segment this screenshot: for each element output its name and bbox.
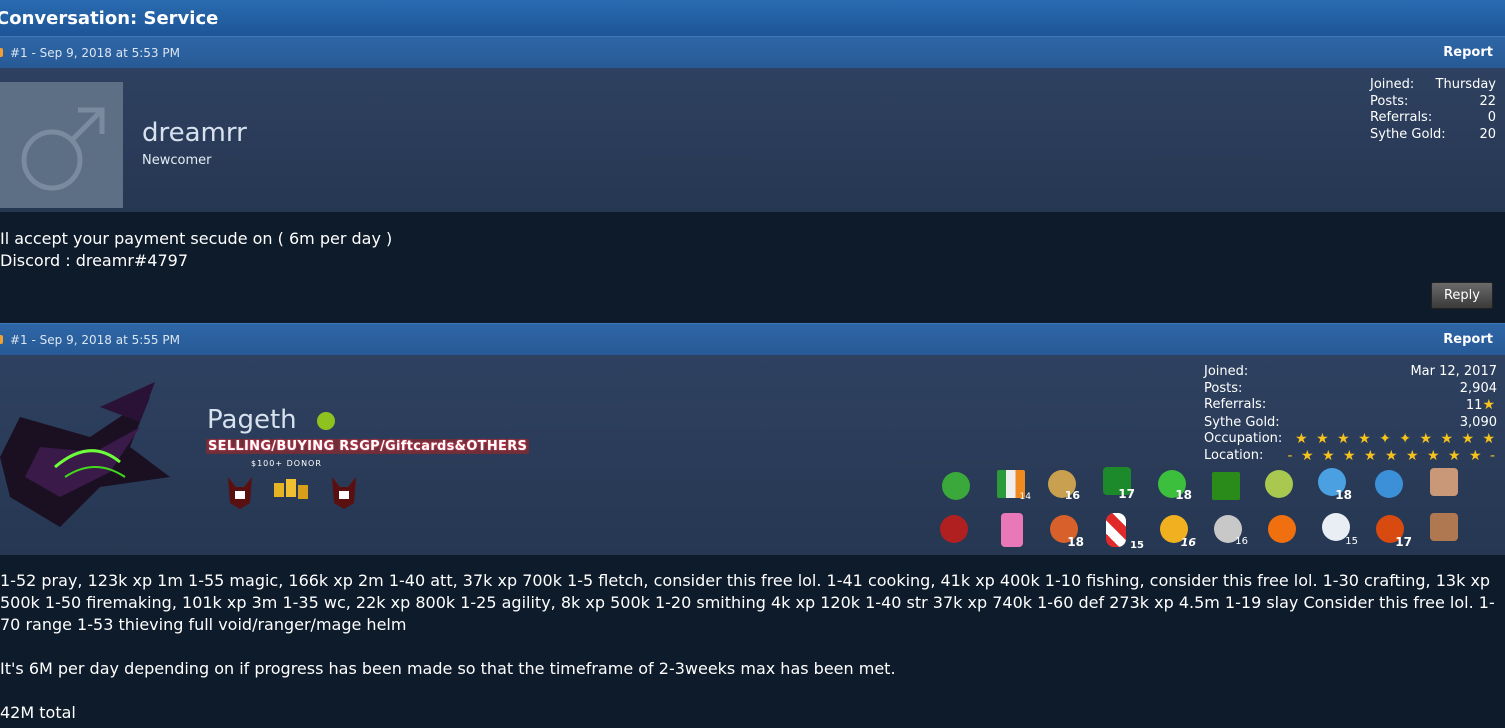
online-status-icon [317, 412, 335, 430]
stat-joined: Joined: Mar 12, 2017 [1204, 364, 1497, 379]
username[interactable]: dreamrr [142, 118, 247, 148]
leprechaun-hat-award-icon[interactable]: 17 [1103, 467, 1135, 501]
report-link[interactable]: Report [1443, 45, 1493, 60]
crystal-award-icon[interactable] [1001, 513, 1023, 547]
user-rank: Newcomer [142, 153, 212, 168]
bunny-award-icon[interactable]: 16 [1214, 515, 1248, 547]
message-text: Il accept your payment secude on ( 6m pe… [0, 229, 393, 270]
stat-posts: Posts: 2,904 [1204, 380, 1497, 396]
user-stats: Joined: Thursday Posts: 22 Referrals: 0 Syt… [1370, 77, 1496, 143]
username[interactable]: Pageth [207, 405, 297, 435]
spartan-helmet-award-icon[interactable] [940, 515, 968, 543]
occupation-stars-icon: ★ ★ ★ ★ ✦ ✦ ★ ★ ★ ★ [1295, 431, 1497, 447]
post-meta: #1 - Sep 9, 2018 at 5:53 PM [10, 46, 180, 60]
post-number: #1 [10, 46, 28, 60]
page-title: Conversation: Service [0, 8, 219, 29]
post-date: Sep 9, 2018 at 5:53 PM [39, 46, 180, 60]
location-stars-icon: - ★ ★ ★ ★ ★ ★ ★ ★ ★ - [1287, 447, 1497, 464]
avatar[interactable] [0, 377, 180, 537]
king-face-award-icon[interactable] [1430, 513, 1458, 541]
demon-badge-icon [332, 477, 356, 509]
post-header: #1 - Sep 9, 2018 at 5:53 PM Report [0, 36, 1505, 69]
donor-badges [228, 477, 356, 509]
ireland-flag-award-icon[interactable]: 14 [997, 470, 1031, 502]
message-text: 1-52 pray, 123k xp 1m 1-55 magic, 166k x… [0, 571, 1495, 722]
stat-gold: Sythe Gold: 20 [1370, 126, 1496, 142]
donor-label: $100+ DONOR [251, 459, 322, 468]
user-stats: Joined: Mar 12, 2017 Posts: 2,904 Referral… [1204, 364, 1497, 464]
alien-award-icon[interactable] [1265, 470, 1293, 498]
candy-cane-award-icon[interactable]: 15 [1106, 513, 1144, 551]
ghost-award-icon[interactable]: 15 [1322, 513, 1358, 547]
demon-badge-icon [228, 477, 252, 509]
pumpkin-award-icon[interactable] [1268, 515, 1296, 543]
stat-gold: Sythe Gold: 3,090 [1204, 414, 1497, 430]
referral-star-icon: ★ [1482, 397, 1497, 413]
gold-coins-icon [274, 479, 308, 499]
user-title: SELLING/BUYING RSGP/Giftcards&OTHERS [206, 439, 530, 454]
bird-award-icon[interactable] [1375, 470, 1403, 498]
reply-button[interactable]: Reply [1431, 282, 1493, 309]
heart-award-icon[interactable]: 18 [1050, 515, 1084, 549]
stat-posts: Posts: 22 [1370, 93, 1496, 109]
user-panel: Pageth SELLING/BUYING RSGP/Giftcards&OTH… [0, 355, 1505, 555]
report-link[interactable]: Report [1443, 332, 1493, 347]
bells-award-icon[interactable]: 16 [1160, 515, 1196, 549]
stat-location: Location: - ★ ★ ★ ★ ★ ★ ★ ★ ★ - [1204, 447, 1497, 464]
avatar[interactable] [0, 82, 123, 208]
post-meta: #1 - Sep 9, 2018 at 5:55 PM [10, 333, 180, 347]
post-body: 1-52 pray, 123k xp 1m 1-55 magic, 166k x… [0, 555, 1505, 728]
leaf-award-icon[interactable] [1212, 472, 1240, 500]
jack-o-lantern-award-icon[interactable]: 17 [1376, 515, 1412, 549]
male-symbol-icon [21, 107, 105, 191]
face-award-icon[interactable] [1430, 468, 1458, 496]
post-marker-icon [0, 335, 3, 344]
palm-tree-award-icon[interactable]: 16 [1048, 470, 1080, 502]
stat-referrals: Referrals: 11★ [1204, 397, 1497, 413]
user-panel: dreamrr Newcomer Joined: Thursday Posts: 2… [0, 68, 1505, 212]
post-date: Sep 9, 2018 at 5:55 PM [39, 333, 180, 347]
post-body: Il accept your payment secude on ( 6m pe… [0, 212, 1505, 323]
shamrock-award-icon[interactable]: 18 [1158, 470, 1192, 502]
post-number: #1 [10, 333, 28, 347]
dolphin-award-icon[interactable]: 18 [1318, 468, 1352, 502]
conversation-title-bar: Conversation: Service [0, 0, 1505, 36]
clover-award-icon[interactable] [942, 472, 970, 500]
stat-referrals: Referrals: 0 [1370, 110, 1496, 125]
post-marker-icon [0, 48, 3, 57]
stat-joined: Joined: Thursday [1370, 77, 1496, 92]
stat-occupation: Occupation: ★ ★ ★ ★ ✦ ✦ ★ ★ ★ ★ [1204, 431, 1497, 447]
post-header: #1 - Sep 9, 2018 at 5:55 PM Report [0, 323, 1505, 356]
